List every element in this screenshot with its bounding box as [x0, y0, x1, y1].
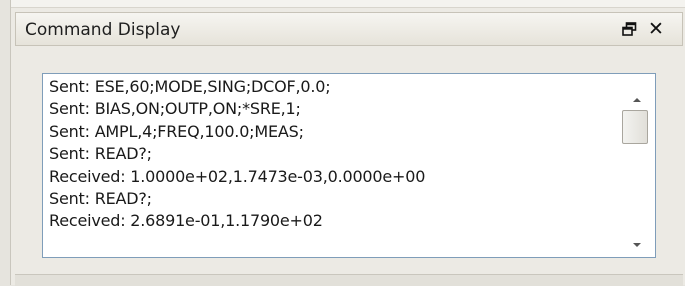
panel-top-strip — [11, 0, 685, 8]
restore-window-icon — [621, 22, 636, 36]
log-line: Sent: ESE,60;MODE,SING;DCOF,0.0; — [49, 77, 331, 96]
panel-bottom-edge — [15, 274, 683, 286]
command-display-panel: Command Display ✕ Sent: ESE,60;MODE,SING… — [10, 0, 685, 286]
command-log-box[interactable]: Sent: ESE,60;MODE,SING;DCOF,0.0; Sent: B… — [42, 73, 656, 258]
log-line: Sent: READ?; — [49, 188, 152, 208]
scroll-up-button[interactable] — [629, 92, 645, 108]
scroll-thumb[interactable] — [622, 110, 648, 144]
log-line: Sent: BIAS,ON;OUTP,ON;*SRE,1; — [49, 99, 301, 119]
log-line: Sent: AMPL,4;FREQ,100.0;MEAS; — [49, 121, 304, 141]
close-button[interactable]: ✕ — [645, 17, 667, 41]
command-log-list: Sent: ESE,60;MODE,SING;DCOF,0.0; Sent: B… — [49, 76, 619, 233]
log-line: Received: 2.6891e-01,1.1790e+02 — [49, 211, 323, 231]
panel-title-bar[interactable]: Command Display ✕ — [15, 12, 683, 46]
log-line: Received: 1.0000e+02,1.7473e-03,0.0000e+… — [49, 166, 426, 186]
panel-body: Sent: ESE,60;MODE,SING;DCOF,0.0; Sent: B… — [15, 46, 683, 274]
panel-title: Command Display — [25, 20, 181, 40]
vertical-scrollbar[interactable] — [619, 74, 655, 257]
scroll-down-button[interactable] — [629, 237, 645, 253]
close-icon: ✕ — [648, 18, 664, 40]
restore-button[interactable] — [618, 17, 640, 41]
log-line: Sent: READ?; — [49, 144, 152, 164]
scroll-down-arrow-icon — [633, 243, 641, 247]
scroll-up-arrow-icon — [633, 98, 641, 102]
